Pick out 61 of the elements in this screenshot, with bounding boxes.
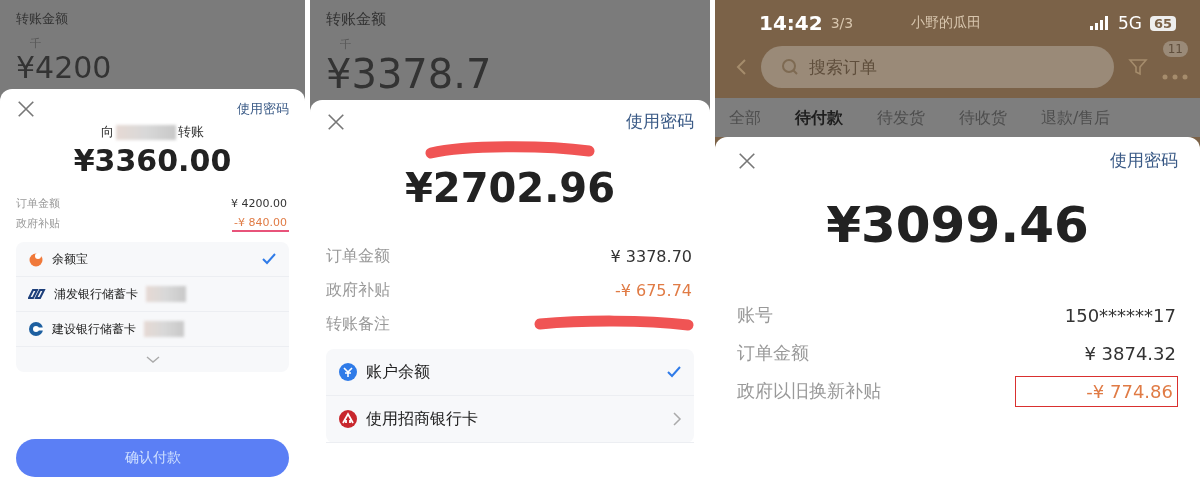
detail-label: 订单金额 <box>737 341 809 365</box>
payment-method[interactable]: 浦发银行储蓄卡 <box>16 277 289 312</box>
blurred-card-number <box>144 321 184 337</box>
use-password-link[interactable]: 使用密码 <box>237 100 289 118</box>
bank-logo-icon <box>28 321 44 337</box>
close-icon[interactable] <box>16 99 36 119</box>
method-name: 余额宝 <box>52 250 88 268</box>
method-name: 账户余额 <box>366 361 430 383</box>
detail-value: ¥ 3874.32 <box>1083 341 1177 365</box>
payee-prefix: 向 <box>101 123 114 141</box>
notification-badge: 11 <box>1162 40 1188 57</box>
battery-level: 65 <box>1149 15 1176 31</box>
fund-icon <box>28 251 44 267</box>
wallet-coin-icon <box>338 362 358 382</box>
backdrop-label: 转账金额 <box>16 10 68 28</box>
bank-logo-icon <box>338 409 358 429</box>
detail-label: 转账备注 <box>326 313 390 335</box>
more-icon[interactable] <box>1162 73 1188 80</box>
close-icon[interactable] <box>737 150 757 171</box>
close-icon[interactable] <box>326 111 346 132</box>
detail-value: -¥ 840.00 <box>232 215 289 232</box>
signal-icon <box>1089 16 1110 30</box>
chevron-right-icon <box>672 411 682 427</box>
method-name: 浦发银行储蓄卡 <box>54 285 138 303</box>
filter-icon[interactable] <box>1128 57 1148 77</box>
method-name: 建设银行储蓄卡 <box>52 320 136 338</box>
payment-method[interactable]: 使用招商银行卡 <box>326 396 694 443</box>
payment-amount: ¥2702.96 <box>404 165 616 211</box>
detail-value: ¥ 3378.70 <box>609 245 693 267</box>
chevron-down-icon[interactable] <box>144 355 161 364</box>
bank-logo-icon <box>28 287 46 301</box>
detail-value: -¥ 675.74 <box>613 279 693 301</box>
detail-label: 政府以旧换新补贴 <box>737 379 881 403</box>
detail-label: 订单金额 <box>326 245 390 267</box>
status-time: 14:42 <box>759 11 823 35</box>
back-icon[interactable] <box>735 58 747 76</box>
detail-value: -¥ 774.86 <box>1015 375 1178 407</box>
use-password-link[interactable]: 使用密码 <box>626 110 694 133</box>
shop-name: 小野的瓜田 <box>911 14 982 32</box>
payment-method[interactable]: 账户余额 <box>326 349 694 396</box>
detail-label: 账号 <box>737 303 773 327</box>
search-icon <box>781 58 799 76</box>
use-password-link[interactable]: 使用密码 <box>1110 149 1178 172</box>
order-tab[interactable]: 待付款 <box>795 108 843 129</box>
method-name: 使用招商银行卡 <box>366 408 478 430</box>
detail-value: 150******17 <box>1063 303 1177 327</box>
payment-method[interactable]: 建设银行储蓄卡 <box>16 312 289 347</box>
detail-label: 订单金额 <box>16 196 60 211</box>
page-counter: 3/3 <box>830 15 854 31</box>
backdrop-amount: ¥4200 <box>16 51 112 85</box>
detail-label: 政府补贴 <box>326 279 390 301</box>
detail-label: 政府补贴 <box>16 216 60 231</box>
payment-method[interactable]: 余额宝 <box>16 242 289 277</box>
backdrop-label: 转账金额 <box>326 10 386 29</box>
backdrop-amount: ¥3378.7 <box>326 52 492 96</box>
payee-suffix: 转账 <box>178 123 204 141</box>
payment-amount: ¥3360.00 <box>72 143 233 178</box>
blurred-card-number <box>146 286 186 302</box>
payment-amount: ¥3099.46 <box>825 196 1090 254</box>
detail-value: ¥ 4200.00 <box>230 196 288 211</box>
network-label: 5G <box>1117 13 1142 33</box>
